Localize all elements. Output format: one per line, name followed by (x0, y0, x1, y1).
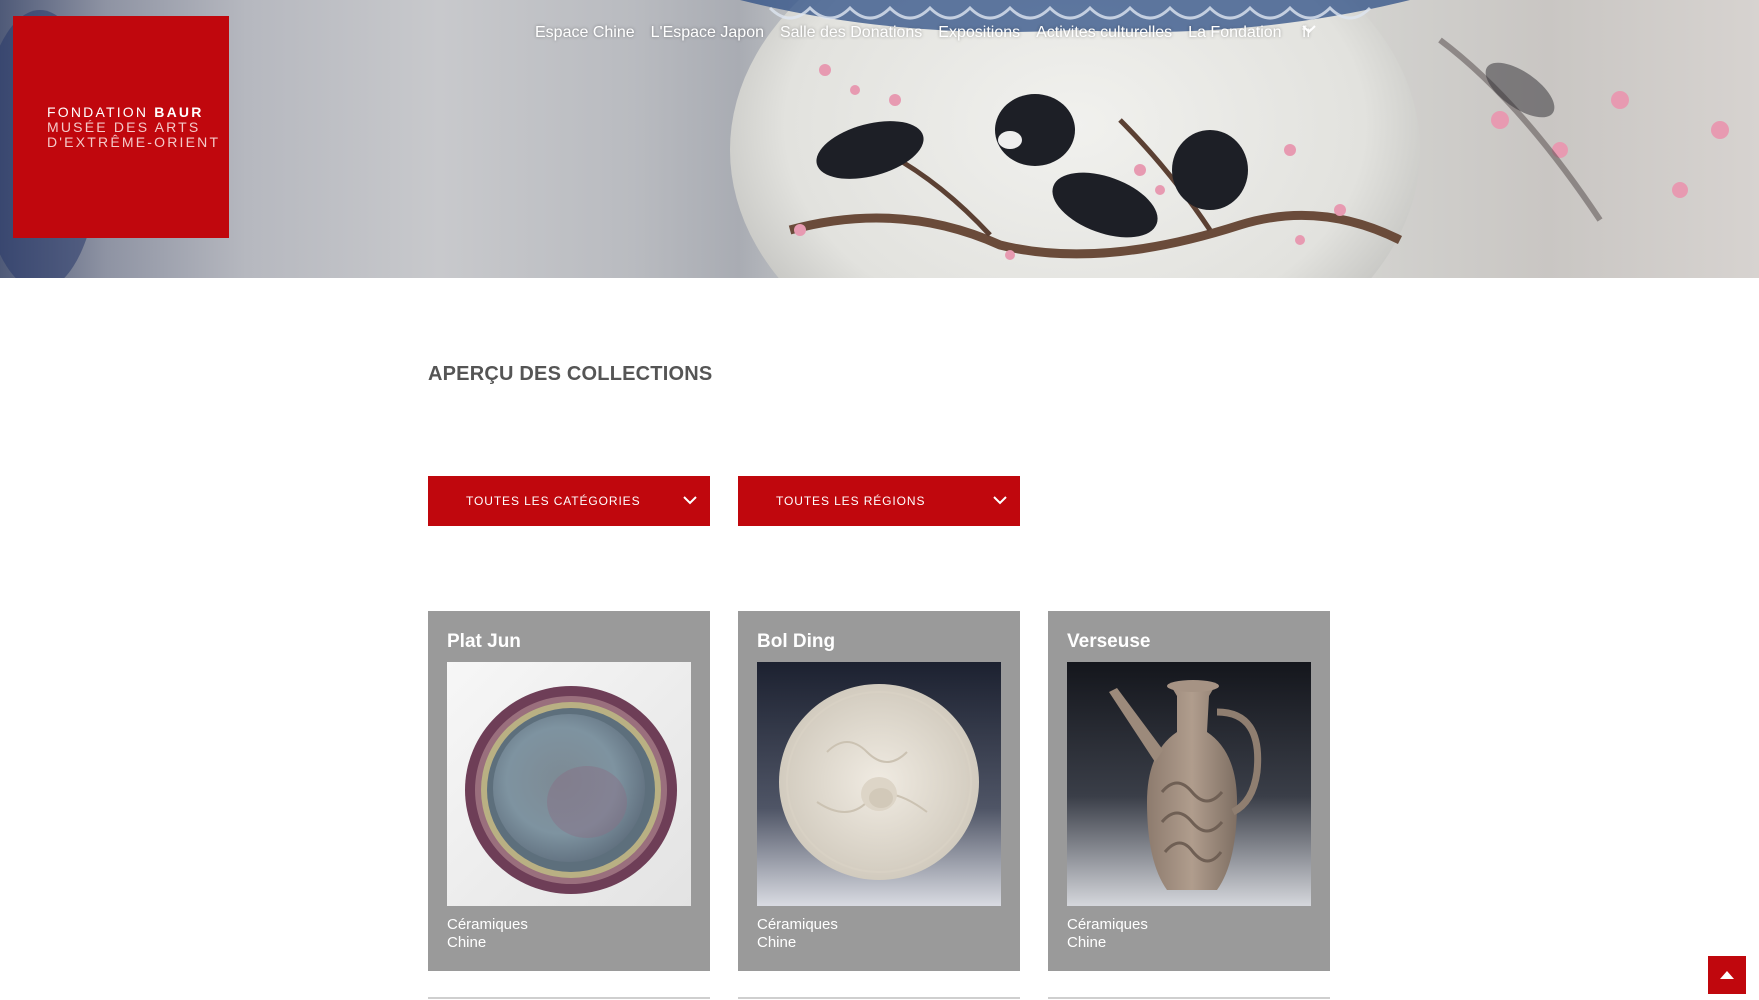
nav-item-expositions[interactable]: Expositions (938, 24, 1020, 42)
logo-line-2: MUSÉE DES ARTS (47, 118, 201, 135)
hero-banner: FONDATION BAUR MUSÉE DES ARTS D'EXTRÊME-… (0, 0, 1759, 278)
nav-item-la-fondation[interactable]: La Fondation (1188, 24, 1281, 42)
chevron-down-icon (1302, 25, 1316, 34)
page-title: APERÇU DES COLLECTIONS (428, 363, 713, 385)
nav-item-espace-japon[interactable]: L'Espace Japon (651, 24, 764, 42)
next-row-card-edge (1048, 997, 1330, 999)
back-to-top-button[interactable] (1708, 956, 1746, 994)
collection-card[interactable]: Plat Jun Céramiques Chine (428, 611, 710, 971)
card-title: Verseuse (1067, 631, 1151, 652)
card-image-verseuse[interactable] (1067, 662, 1311, 906)
card-title: Plat Jun (447, 631, 521, 652)
chevron-down-icon (683, 496, 697, 505)
card-image-plat-jun[interactable] (447, 662, 691, 906)
arrow-up-icon (1720, 971, 1734, 979)
card-region: Chine (757, 934, 797, 951)
card-category: Céramiques (447, 916, 528, 933)
card-region: Chine (1067, 934, 1107, 951)
card-category: Céramiques (757, 916, 838, 933)
region-filter-label: TOUTES LES RÉGIONS (776, 494, 926, 508)
category-filter-label: TOUTES LES CATÉGORIES (466, 494, 641, 508)
card-title: Bol Ding (757, 631, 836, 652)
chevron-down-icon (993, 496, 1007, 505)
collection-card[interactable]: Bol Ding Céramiques Chine (738, 611, 1020, 971)
card-meta: Céramiques Chine (1067, 916, 1148, 952)
nav-item-activites-culturelles[interactable]: Activites culturelles (1036, 24, 1172, 42)
logo-line-3: D'EXTRÊME-ORIENT (47, 133, 221, 150)
card-category: Céramiques (1067, 916, 1148, 933)
nav-item-espace-chine[interactable]: Espace Chine (535, 24, 635, 42)
nav-item-salle-des-donations[interactable]: Salle des Donations (780, 24, 922, 42)
site-logo[interactable]: FONDATION BAUR MUSÉE DES ARTS D'EXTRÊME-… (13, 16, 229, 238)
region-filter-dropdown[interactable]: TOUTES LES RÉGIONS (738, 476, 1020, 526)
collection-card[interactable]: Verseuse Céramiques Chine (1048, 611, 1330, 971)
next-row-card-edge (738, 997, 1020, 999)
category-filter-dropdown[interactable]: TOUTES LES CATÉGORIES (428, 476, 710, 526)
card-image-bol-ding[interactable] (757, 662, 1001, 906)
next-row-card-edge (428, 997, 710, 999)
logo-line-1: FONDATION BAUR (47, 103, 204, 120)
card-meta: Céramiques Chine (757, 916, 838, 952)
card-region: Chine (447, 934, 487, 951)
language-selector[interactable]: fr (1302, 24, 1316, 42)
main-nav: Espace Chine L'Espace Japon Salle des Do… (535, 24, 1282, 42)
card-meta: Céramiques Chine (447, 916, 528, 952)
